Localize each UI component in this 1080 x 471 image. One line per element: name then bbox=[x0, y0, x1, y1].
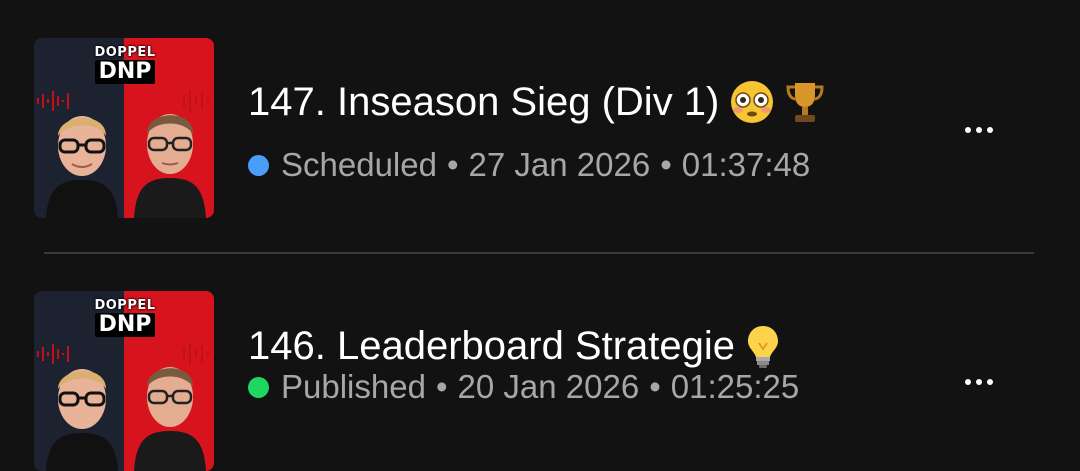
episode-title-text: 146. Leaderboard Strategie bbox=[248, 324, 736, 368]
episode-cover-art[interactable]: DOPPEL DNP bbox=[34, 38, 214, 218]
flushed-face-icon bbox=[731, 81, 774, 123]
status-indicator-icon bbox=[248, 154, 269, 176]
episode-cover-art[interactable]: DOPPEL DNP bbox=[34, 291, 214, 471]
host-right-illustration bbox=[134, 367, 206, 471]
logo-text-bottom: DNP bbox=[94, 313, 156, 337]
light-bulb-icon bbox=[748, 326, 779, 368]
episode-row[interactable]: DOPPEL DNP 146. Leaderboard Strategie Pu… bbox=[0, 254, 1080, 471]
more-dots-icon bbox=[976, 127, 982, 133]
meta-separator: • bbox=[660, 146, 672, 183]
episode-meta: Published • 20 Jan 2026 • 01:25:25 bbox=[248, 367, 799, 407]
episode-title[interactable]: 147. Inseason Sieg (Div 1) bbox=[248, 78, 825, 126]
episode-date: 20 Jan 2026 bbox=[457, 368, 640, 405]
logo-text-top: DOPPEL bbox=[94, 298, 156, 313]
status-indicator-icon bbox=[248, 376, 269, 398]
podcast-logo: DOPPEL DNP bbox=[92, 299, 158, 339]
episode-date: 27 Jan 2026 bbox=[468, 146, 651, 183]
logo-text-bottom: DNP bbox=[94, 60, 156, 84]
episode-row[interactable]: DOPPEL DNP 147. Inseason Sieg (Div 1) Sc… bbox=[0, 0, 1080, 254]
episode-title-text: 147. Inseason Sieg (Div 1) bbox=[248, 80, 720, 124]
podcast-logo: DOPPEL DNP bbox=[92, 46, 158, 86]
episode-title[interactable]: 146. Leaderboard Strategie bbox=[248, 322, 781, 370]
more-dots-icon bbox=[965, 127, 971, 133]
episode-status: Scheduled bbox=[281, 146, 437, 183]
more-dots-icon bbox=[965, 379, 971, 385]
episode-status: Published bbox=[281, 368, 426, 405]
more-options-button[interactable] bbox=[954, 110, 1004, 150]
logo-text-top: DOPPEL bbox=[94, 45, 156, 60]
meta-separator: • bbox=[649, 368, 661, 405]
meta-separator: • bbox=[446, 146, 459, 183]
meta-separator: • bbox=[435, 368, 448, 405]
more-dots-icon bbox=[976, 379, 982, 385]
episode-duration: 01:37:48 bbox=[681, 146, 811, 183]
more-dots-icon bbox=[987, 379, 993, 385]
episode-meta: Scheduled • 27 Jan 2026 • 01:37:48 bbox=[248, 145, 810, 185]
trophy-icon bbox=[786, 83, 824, 122]
more-dots-icon bbox=[987, 127, 993, 133]
host-left-illustration bbox=[46, 369, 118, 471]
more-options-button[interactable] bbox=[954, 362, 1004, 402]
host-left-illustration bbox=[46, 116, 118, 218]
host-right-illustration bbox=[134, 114, 206, 218]
episode-duration: 01:25:25 bbox=[670, 368, 800, 405]
